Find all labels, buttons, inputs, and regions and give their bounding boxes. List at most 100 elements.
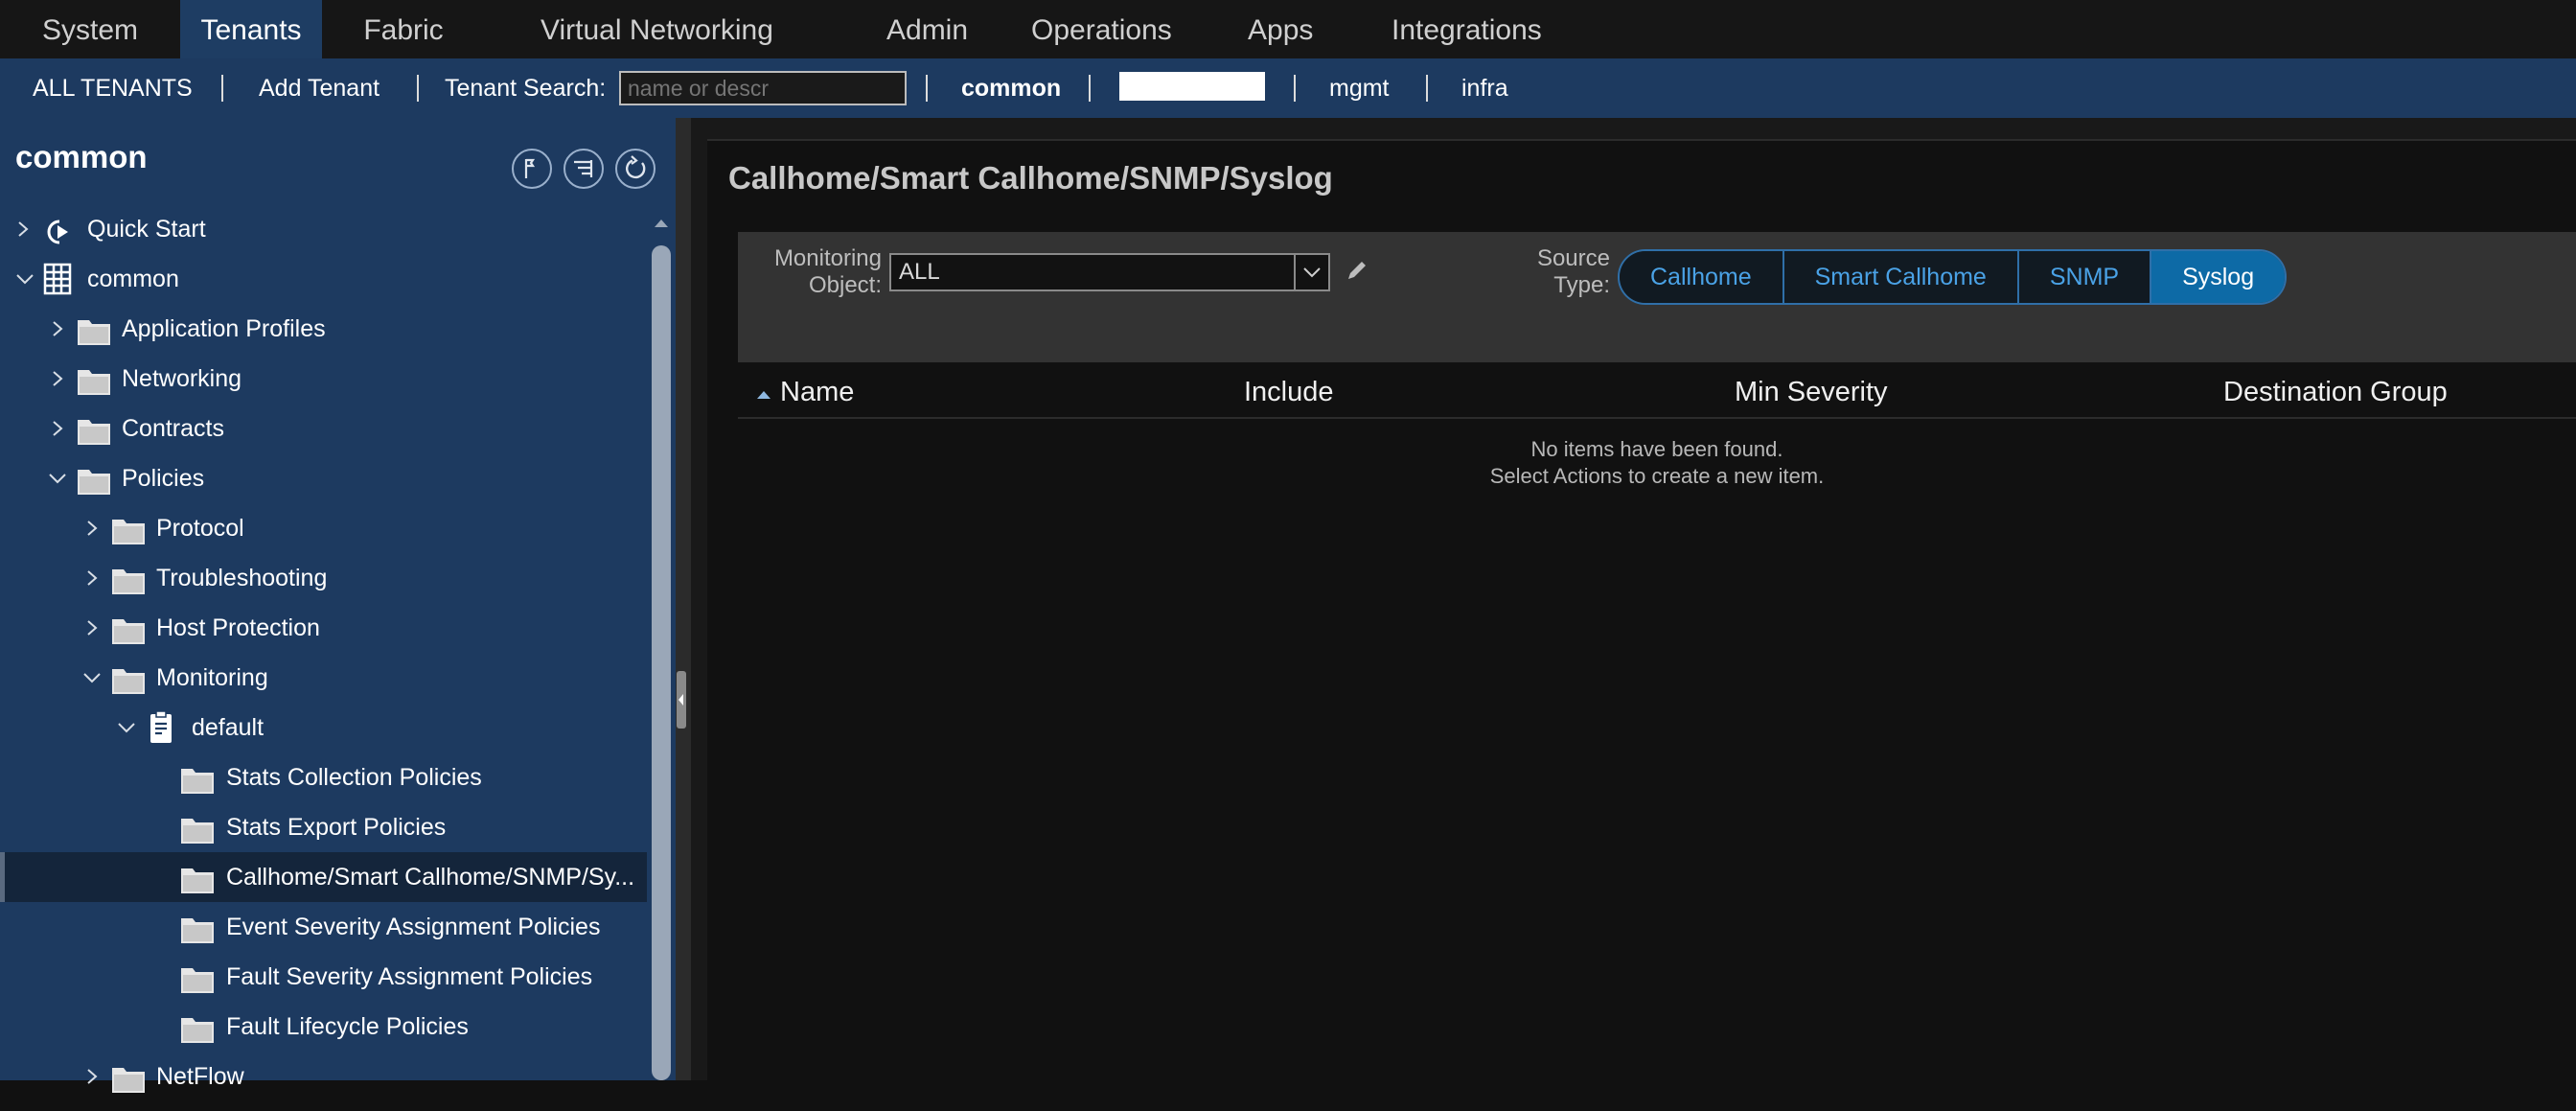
folder-icon xyxy=(180,1011,215,1043)
tenant-link-mgmt[interactable]: mgmt xyxy=(1329,58,1390,118)
tree-item-troubleshooting[interactable]: Troubleshooting xyxy=(0,553,647,603)
tab-virtual-networking[interactable]: Virtual Networking xyxy=(540,0,773,58)
redacted-tenant-link[interactable] xyxy=(1119,72,1265,101)
chevron-down-icon[interactable] xyxy=(1294,255,1328,289)
scroll-up-arrow-icon[interactable] xyxy=(652,214,671,233)
tree-item-label: Fault Severity Assignment Policies xyxy=(226,963,593,990)
navigation-sidebar: common Quick Start common Application Pr… xyxy=(0,118,676,1093)
tree-item-monitoring[interactable]: Monitoring xyxy=(0,653,647,703)
tenant-search-input[interactable] xyxy=(619,71,907,105)
separator xyxy=(1089,75,1091,102)
chevron-right-icon[interactable] xyxy=(82,603,102,653)
source-type-snmp[interactable]: SNMP xyxy=(2018,251,2152,303)
table-header: Name Include Min Severity Destination Gr… xyxy=(738,369,2576,419)
tab-admin[interactable]: Admin xyxy=(886,0,968,58)
tree-item-stats-export-policies[interactable]: Stats Export Policies xyxy=(0,802,647,852)
all-tenants-link[interactable]: ALL TENANTS xyxy=(33,58,193,118)
tab-tenants[interactable]: Tenants xyxy=(180,0,322,58)
collapse-tree-button[interactable] xyxy=(564,149,604,189)
tree-item-application-profiles[interactable]: Application Profiles xyxy=(0,304,647,354)
folder-icon xyxy=(111,563,146,594)
column-header-destination-group[interactable]: Destination Group xyxy=(2223,369,2448,415)
pin-flag-button[interactable] xyxy=(512,149,552,189)
collapse-sidebar-handle[interactable] xyxy=(677,671,686,729)
chevron-right-icon[interactable] xyxy=(48,304,67,354)
source-type-smart-callhome[interactable]: Smart Callhome xyxy=(1783,251,2019,303)
tree-item-host-protection[interactable]: Host Protection xyxy=(0,603,647,653)
monitoring-object-select[interactable]: ALL xyxy=(889,253,1330,291)
tree-item-label: Quick Start xyxy=(87,216,206,243)
tree-item-label: Contracts xyxy=(122,415,224,442)
tree-item-label: Troubleshooting xyxy=(156,565,328,591)
tree-item-fault-lifecycle-policies[interactable]: Fault Lifecycle Policies xyxy=(0,1002,647,1052)
column-header-min-severity[interactable]: Min Severity xyxy=(1735,369,1888,415)
chevron-down-icon[interactable] xyxy=(115,703,135,752)
source-type-segmented-control: Callhome Smart Callhome SNMP Syslog xyxy=(1618,249,2288,305)
separator xyxy=(221,75,223,102)
source-type-syslog[interactable]: Syslog xyxy=(2151,251,2286,303)
tenant-grid-icon xyxy=(42,263,77,295)
folder-icon xyxy=(77,463,111,495)
tenant-search-label: Tenant Search: xyxy=(445,75,607,102)
tab-apps[interactable]: Apps xyxy=(1248,0,1313,58)
chevron-right-icon[interactable] xyxy=(48,354,67,404)
tab-fabric[interactable]: Fabric xyxy=(322,0,485,58)
tenant-link-common[interactable]: common xyxy=(961,58,1061,118)
tab-operations[interactable]: Operations xyxy=(1031,0,1172,58)
tab-system[interactable]: System xyxy=(0,0,180,58)
refresh-button[interactable] xyxy=(615,149,656,189)
tree-item-common[interactable]: common xyxy=(0,254,647,304)
tree-item-label: Stats Export Policies xyxy=(226,814,447,841)
tree-item-label: Callhome/Smart Callhome/SNMP/Sy... xyxy=(226,864,635,891)
work-pane: Callhome/Smart Callhome/SNMP/Syslog Moni… xyxy=(707,139,2576,1080)
tree-item-label: common xyxy=(87,266,179,292)
tree-item-policies[interactable]: Policies xyxy=(0,453,647,503)
folder-icon xyxy=(77,413,111,445)
separator xyxy=(1426,75,1428,102)
column-header-include[interactable]: Include xyxy=(1244,369,1334,415)
chevron-down-icon[interactable] xyxy=(80,653,101,703)
tenant-link-infra[interactable]: infra xyxy=(1461,58,1508,118)
chevron-right-icon[interactable] xyxy=(48,404,67,453)
tree-item-fault-severity-assignment-policies[interactable]: Fault Severity Assignment Policies xyxy=(0,952,647,1002)
tab-integrations[interactable]: Integrations xyxy=(1392,0,1542,58)
tree-item-networking[interactable]: Networking xyxy=(0,354,647,404)
chevron-right-icon[interactable] xyxy=(82,503,102,553)
chevron-down-icon[interactable] xyxy=(46,453,66,503)
add-tenant-link[interactable]: Add Tenant xyxy=(259,58,380,118)
tree-item-callhome-syslog[interactable]: Callhome/Smart Callhome/SNMP/Sy... xyxy=(0,852,647,902)
edit-pencil-icon[interactable] xyxy=(1344,257,1370,284)
sort-ascending-icon[interactable] xyxy=(755,388,772,405)
sidebar-title: common xyxy=(15,139,148,174)
column-header-name[interactable]: Name xyxy=(780,369,854,415)
chevron-right-icon[interactable] xyxy=(13,204,33,254)
document-icon xyxy=(148,710,182,743)
panel-divider[interactable] xyxy=(676,118,691,1080)
tree-item-label: Policies xyxy=(122,465,205,492)
chevron-right-icon[interactable] xyxy=(82,1052,102,1101)
tree-item-event-severity-assignment-policies[interactable]: Event Severity Assignment Policies xyxy=(0,902,647,952)
monitoring-object-value: ALL xyxy=(899,259,940,285)
tree-item-contracts[interactable]: Contracts xyxy=(0,404,647,453)
chevron-down-icon[interactable] xyxy=(13,254,34,304)
tree-item-stats-collection-policies[interactable]: Stats Collection Policies xyxy=(0,752,647,802)
flag-icon xyxy=(524,158,536,178)
refresh-icon xyxy=(626,155,646,179)
tree-item-quick-start[interactable]: Quick Start xyxy=(0,204,647,254)
chevron-right-icon[interactable] xyxy=(82,553,102,603)
sidebar-scrollbar-thumb[interactable] xyxy=(652,245,671,1080)
top-navigation: System Tenants Fabric Virtual Networking… xyxy=(0,0,2576,58)
quick-start-icon xyxy=(40,214,75,244)
tree-item-netflow[interactable]: NetFlow xyxy=(0,1052,647,1101)
empty-message-line: Select Actions to create a new item. xyxy=(1489,464,1825,488)
chevron-left-icon xyxy=(678,694,683,706)
folder-icon xyxy=(180,912,215,943)
source-type-callhome[interactable]: Callhome xyxy=(1620,251,1784,303)
tree-item-protocol[interactable]: Protocol xyxy=(0,503,647,553)
tree-item-default[interactable]: default xyxy=(0,703,647,752)
folder-icon xyxy=(111,662,146,694)
folder-icon xyxy=(111,1061,146,1093)
page-title: Callhome/Smart Callhome/SNMP/Syslog xyxy=(728,160,1333,196)
empty-table-message: No items have been found. Select Actions… xyxy=(738,436,2576,490)
empty-message-line: No items have been found. xyxy=(1530,437,1783,461)
